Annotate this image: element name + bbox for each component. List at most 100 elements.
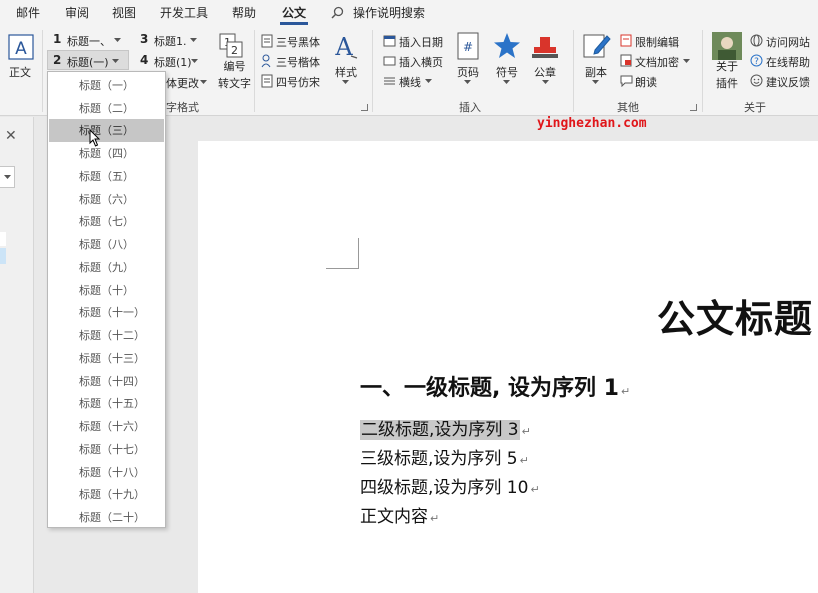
dropdown-item[interactable]: 标题（五） — [49, 165, 164, 188]
style-number: 3 — [140, 32, 149, 46]
feedback-button[interactable]: 建议反馈 — [766, 74, 810, 90]
nav-item-selected[interactable] — [0, 248, 6, 264]
group-label-about: 关于 — [744, 101, 766, 114]
paragraph-mark: ↵ — [530, 483, 540, 496]
tab-help[interactable]: 帮助 — [232, 4, 256, 21]
heading-level-4[interactable]: 四级标题,设为序列 10 ↵ — [360, 473, 540, 498]
dropdown-item[interactable]: 标题（六） — [49, 188, 164, 211]
svg-text:#: # — [463, 40, 473, 54]
tab-gongwen[interactable]: 公文 — [282, 4, 306, 21]
dropdown-item[interactable]: 标题（九） — [49, 256, 164, 279]
read-aloud-button[interactable]: 朗读 — [635, 74, 657, 90]
chevron-down-icon[interactable] — [592, 80, 599, 85]
document-page[interactable] — [198, 141, 818, 593]
font-fangsong-button[interactable]: 四号仿宋 — [276, 74, 320, 90]
nav-item[interactable] — [0, 232, 6, 246]
about-plugin-button-line1: 关于 — [716, 60, 738, 73]
active-tab-indicator — [280, 22, 308, 25]
insert-landscape-button[interactable]: 插入横页 — [399, 54, 443, 70]
search-box[interactable]: 操作说明搜索 — [353, 4, 425, 21]
zhengwen-button[interactable]: 正文 — [9, 64, 31, 80]
chevron-down-icon[interactable] — [503, 80, 510, 85]
search-icon — [331, 6, 344, 19]
seal-button[interactable]: 公章 — [534, 64, 556, 80]
dropdown-item-selected[interactable]: 标题（三） — [49, 119, 164, 142]
dropdown-item[interactable]: 标题（十九） — [49, 483, 164, 506]
chevron-down-icon[interactable] — [112, 59, 119, 64]
heading-style-dropdown: 标题（一） 标题（二） 标题（三） 标题（四） 标题（五） 标题（六） 标题（七… — [47, 71, 166, 528]
insert-date-button[interactable]: 插入日期 — [399, 34, 443, 50]
chevron-down-icon[interactable] — [464, 80, 471, 85]
visit-site-button[interactable]: 访问网站 — [766, 34, 810, 50]
horizontal-line-button[interactable]: 横线 — [399, 74, 421, 90]
dropdown-item[interactable]: 标题（十六） — [49, 415, 164, 438]
dropdown-item[interactable]: 标题（十三） — [49, 347, 164, 370]
dropdown-item[interactable]: 标题（一） — [49, 74, 164, 97]
heading-level-2[interactable]: 二级标题,设为序列 3 ↵ — [360, 415, 531, 440]
dropdown-item[interactable]: 标题（十五） — [49, 392, 164, 415]
horizontal-line-icon — [384, 77, 395, 85]
chevron-down-icon[interactable] — [114, 38, 121, 43]
heading-level-3[interactable]: 三级标题,设为序列 5 ↵ — [360, 444, 529, 469]
landscape-page-icon — [383, 56, 396, 66]
font-group-launcher[interactable] — [361, 104, 368, 111]
dropdown-item[interactable]: 标题（二十） — [49, 506, 164, 529]
tab-view[interactable]: 视图 — [112, 4, 136, 21]
group-label-other: 其他 — [617, 101, 639, 114]
other-group-launcher[interactable] — [690, 104, 697, 111]
dropdown-item[interactable]: 标题（十） — [49, 279, 164, 302]
dropdown-item[interactable]: 标题（四） — [49, 142, 164, 165]
star-symbol-icon — [494, 33, 520, 58]
paragraph-mark: ↵ — [521, 425, 531, 438]
font-kaiti-button[interactable]: 三号楷体 — [276, 54, 320, 70]
chevron-down-icon[interactable] — [542, 80, 549, 85]
heading-style-4[interactable]: 标题(1) — [154, 54, 192, 70]
numbering-to-text-button[interactable]: 编号 转文字 — [218, 58, 251, 91]
chevron-down-icon[interactable] — [200, 80, 207, 85]
style-number: 2 — [53, 53, 62, 67]
body-text[interactable]: 正文内容 ↵ — [360, 502, 439, 527]
dropdown-item[interactable]: 标题（十二） — [49, 324, 164, 347]
dropdown-item[interactable]: 标题（十八） — [49, 461, 164, 484]
font-heiti-button[interactable]: 三号黑体 — [276, 34, 320, 50]
heading-style-2[interactable]: 标题(一) — [67, 54, 109, 70]
lock-doc-icon — [620, 54, 632, 67]
dropdown-item[interactable]: 标题（八） — [49, 233, 164, 256]
close-icon[interactable]: ✕ — [5, 128, 17, 144]
document-title[interactable]: 公文标题 — [657, 288, 813, 343]
heading-level-3-text: 三级标题,设为序列 5 — [360, 449, 518, 469]
plugin-logo-icon — [712, 32, 742, 60]
chevron-down-icon[interactable] — [191, 59, 198, 64]
heading-style-1[interactable]: 标题一、 — [67, 33, 111, 49]
tab-review[interactable]: 审阅 — [65, 4, 89, 21]
batch-change-button[interactable]: 体更改 — [166, 75, 199, 91]
numbering-to-text-button-line2: 转文字 — [218, 77, 251, 90]
tab-mail[interactable]: 邮件 — [16, 4, 40, 21]
dropdown-item[interactable]: 标题（十四） — [49, 370, 164, 393]
tab-developer[interactable]: 开发工具 — [160, 4, 208, 21]
chevron-down-icon[interactable] — [425, 79, 432, 84]
chevron-down-icon[interactable] — [342, 80, 349, 85]
dropdown-item[interactable]: 标题（十一） — [49, 301, 164, 324]
svg-text:?: ? — [754, 57, 759, 67]
copy-button[interactable]: 副本 — [585, 64, 607, 80]
restrict-edit-button[interactable]: 限制编辑 — [635, 34, 679, 50]
dropdown-item[interactable]: 标题（十七） — [49, 438, 164, 461]
heading-style-3[interactable]: 标题1. — [154, 33, 187, 49]
separator — [42, 30, 43, 112]
styles-button[interactable]: 样式 — [335, 64, 357, 80]
dropdown-item[interactable]: 标题（七） — [49, 210, 164, 233]
online-help-button[interactable]: 在线帮助 — [766, 54, 810, 70]
svg-text:A: A — [334, 33, 353, 60]
doc-encrypt-button[interactable]: 文档加密 — [635, 54, 679, 70]
chevron-down-icon[interactable] — [4, 175, 11, 180]
help-icon: ? — [750, 54, 763, 67]
about-plugin-button[interactable]: 关于 插件 — [716, 58, 738, 91]
dropdown-item[interactable]: 标题（二） — [49, 97, 164, 120]
chevron-down-icon[interactable] — [190, 38, 197, 43]
numbering-to-text-button-line1: 编号 — [223, 60, 246, 73]
symbol-button[interactable]: 符号 — [496, 64, 518, 80]
heading-level-1[interactable]: 一、一级标题, 设为序列 1 ↵ — [360, 370, 630, 402]
chevron-down-icon[interactable] — [683, 59, 690, 64]
page-number-button[interactable]: 页码 — [457, 64, 479, 80]
